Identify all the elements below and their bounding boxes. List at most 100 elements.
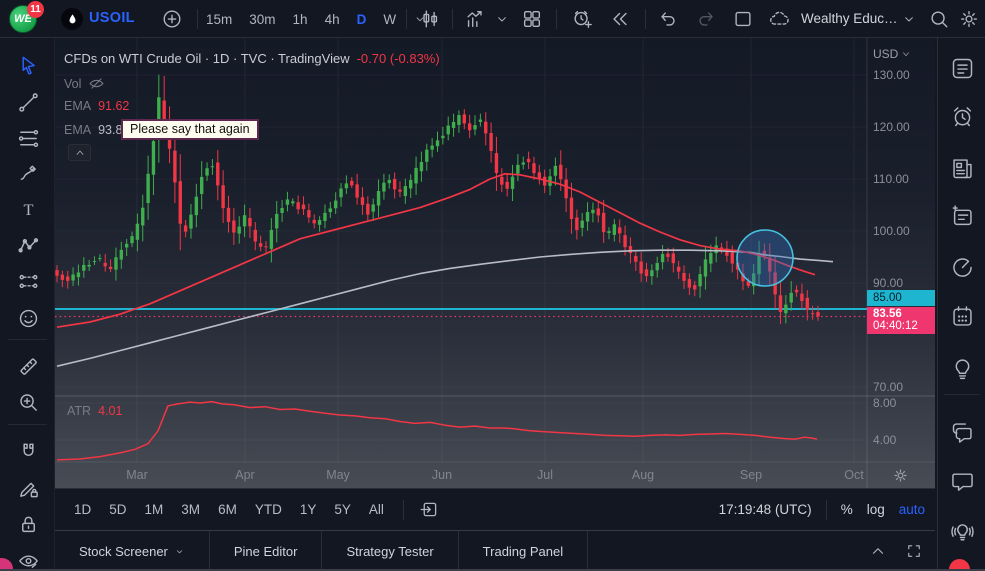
timeframe-w[interactable]: W: [383, 12, 396, 27]
magnet-tool[interactable]: [11, 434, 45, 468]
notes-icon[interactable]: [947, 201, 977, 231]
percent-scale-button[interactable]: %: [841, 502, 853, 517]
price-tick-70: 70.00: [873, 379, 903, 395]
voice-tooltip: Please say that again: [121, 119, 259, 140]
settings-gear-icon[interactable]: [957, 7, 981, 31]
alerts-icon[interactable]: [947, 101, 977, 131]
trend-line-tool[interactable]: [11, 85, 45, 119]
candles-style-icon[interactable]: [418, 7, 442, 31]
indicators-icon[interactable]: [463, 7, 487, 31]
legend-collapse-button[interactable]: [68, 144, 91, 161]
last-price-badge: 83.56 04:40:12: [867, 307, 935, 334]
ema1-legend-row[interactable]: EMA 91.62: [64, 99, 129, 113]
atr-tick-4: 4.00: [873, 432, 896, 448]
range-button-3m[interactable]: 3M: [176, 499, 205, 520]
notification-badge[interactable]: 11: [27, 1, 44, 18]
range-button-1y[interactable]: 1Y: [295, 499, 322, 520]
zoom-in-tool[interactable]: [11, 385, 45, 419]
price-change: -0.70 (-0.83%): [357, 51, 440, 66]
log-scale-button[interactable]: log: [867, 502, 885, 517]
price-tick-90: 90.00: [873, 275, 903, 291]
price-chart-canvas[interactable]: [55, 38, 935, 488]
layout-name[interactable]: Wealthy Educ…: [801, 11, 897, 26]
cursor-tool[interactable]: [11, 48, 45, 82]
volume-label: Vol: [64, 77, 81, 91]
alert-add-icon[interactable]: [570, 7, 594, 31]
brush-tool[interactable]: [11, 155, 45, 189]
eye-off-icon[interactable]: [88, 75, 105, 92]
timeframe-1h[interactable]: 1h: [293, 12, 308, 27]
tab-label: Strategy Tester: [346, 544, 433, 559]
timeframe-4h[interactable]: 4h: [325, 12, 340, 27]
range-button-ytd[interactable]: YTD: [250, 499, 287, 520]
lock-all-drawings-tool[interactable]: [11, 507, 45, 541]
watchlist-icon[interactable]: [947, 53, 977, 83]
month-label-sep: Sep: [721, 468, 781, 482]
comments-icon[interactable]: [947, 466, 977, 496]
ema2-label: EMA: [64, 123, 91, 137]
annotation-circle[interactable]: [737, 230, 793, 286]
layout-chevron-icon[interactable]: [901, 7, 917, 31]
layout-frame-icon[interactable]: [731, 7, 755, 31]
tab-pine-editor[interactable]: Pine Editor: [210, 531, 322, 571]
panel-buttons: [867, 531, 925, 571]
month-label-jul: Jul: [515, 468, 575, 482]
text-tool-tool[interactable]: T: [11, 192, 45, 226]
ema2-legend-row[interactable]: EMA 93.8: [64, 123, 122, 137]
toolbar-group-divider: [8, 339, 47, 340]
drawing-mode-lock-tool[interactable]: [11, 471, 45, 505]
timeframe-30m[interactable]: 30m: [249, 12, 275, 27]
symbol-button[interactable]: USOIL: [89, 10, 135, 26]
toolbar-group-divider: [8, 424, 47, 425]
panel-collapse-icon[interactable]: [867, 540, 889, 562]
range-button-1m[interactable]: 1M: [140, 499, 169, 520]
time-axis-settings-icon[interactable]: [891, 466, 911, 486]
panel-maximize-icon[interactable]: [903, 540, 925, 562]
auto-scale-button[interactable]: auto: [899, 502, 925, 517]
streams-icon[interactable]: [947, 516, 977, 546]
cloud-save-icon[interactable]: [767, 7, 791, 31]
hide-drawings-tool[interactable]: [11, 543, 45, 571]
news-icon[interactable]: [947, 153, 977, 183]
xabcd-pattern-tool[interactable]: [11, 228, 45, 262]
tab-trading-panel[interactable]: Trading Panel: [459, 531, 587, 571]
range-button-5d[interactable]: 5D: [104, 499, 131, 520]
atr-pane: [57, 402, 817, 460]
calendar-icon[interactable]: [947, 301, 977, 331]
clock-row: 17:19:48 (UTC) % log auto: [719, 489, 925, 530]
indicators-chevron-icon[interactable]: [494, 7, 510, 31]
fib-retracement-tool[interactable]: [11, 121, 45, 155]
clock[interactable]: 17:19:48 (UTC): [719, 502, 812, 517]
last-price: 83.56: [873, 308, 935, 320]
month-label-aug: Aug: [613, 468, 673, 482]
range-button-1d[interactable]: 1D: [69, 499, 96, 520]
bar-replay-icon[interactable]: [608, 7, 632, 31]
atr-legend-row[interactable]: ATR 4.01: [67, 404, 122, 418]
search-icon[interactable]: [927, 7, 951, 31]
ideas-icon[interactable]: [947, 353, 977, 383]
chats-icon[interactable]: [947, 417, 977, 447]
range-button-5y[interactable]: 5Y: [329, 499, 356, 520]
bottom-tabs: Stock ScreenerPine Editor Strategy Tester…: [55, 531, 588, 571]
range-buttons: 1D 5D 1M 3M 6M YTD 1Y 5Y All: [69, 489, 442, 530]
timeframe-15m[interactable]: 15m: [206, 12, 232, 27]
grid-layout-icon[interactable]: [520, 7, 544, 31]
undo-icon[interactable]: [656, 7, 680, 31]
symbol-description[interactable]: CFDs on WTI Crude Oil · 1D · TVC · Tradi…: [64, 51, 350, 66]
chart-bottom-toolbar: 1D 5D 1M 3M 6M YTD 1Y 5Y All 17:19:48 (UTC) % lo…: [55, 488, 935, 530]
month-label-mar: Mar: [107, 468, 167, 482]
hotlists-icon[interactable]: [947, 252, 977, 282]
tab-stock-screener[interactable]: Stock Screener: [55, 531, 209, 571]
chart-region[interactable]: USD CFDs on WTI Crude Oil · 1D · TVC · T…: [55, 38, 935, 488]
forecast-tool[interactable]: [11, 264, 45, 298]
tab-strategy-tester[interactable]: Strategy Tester: [322, 531, 457, 571]
go-to-date-icon[interactable]: [418, 498, 442, 522]
emoji-tool[interactable]: [11, 301, 45, 335]
timeframe-d[interactable]: D: [357, 12, 367, 27]
ruler-tool[interactable]: [11, 349, 45, 383]
currency-select[interactable]: USD: [873, 47, 911, 61]
redo-icon[interactable]: [694, 7, 718, 31]
compare-add-icon[interactable]: [160, 7, 184, 31]
range-button-6m[interactable]: 6M: [213, 499, 242, 520]
range-button-all[interactable]: All: [364, 499, 389, 520]
